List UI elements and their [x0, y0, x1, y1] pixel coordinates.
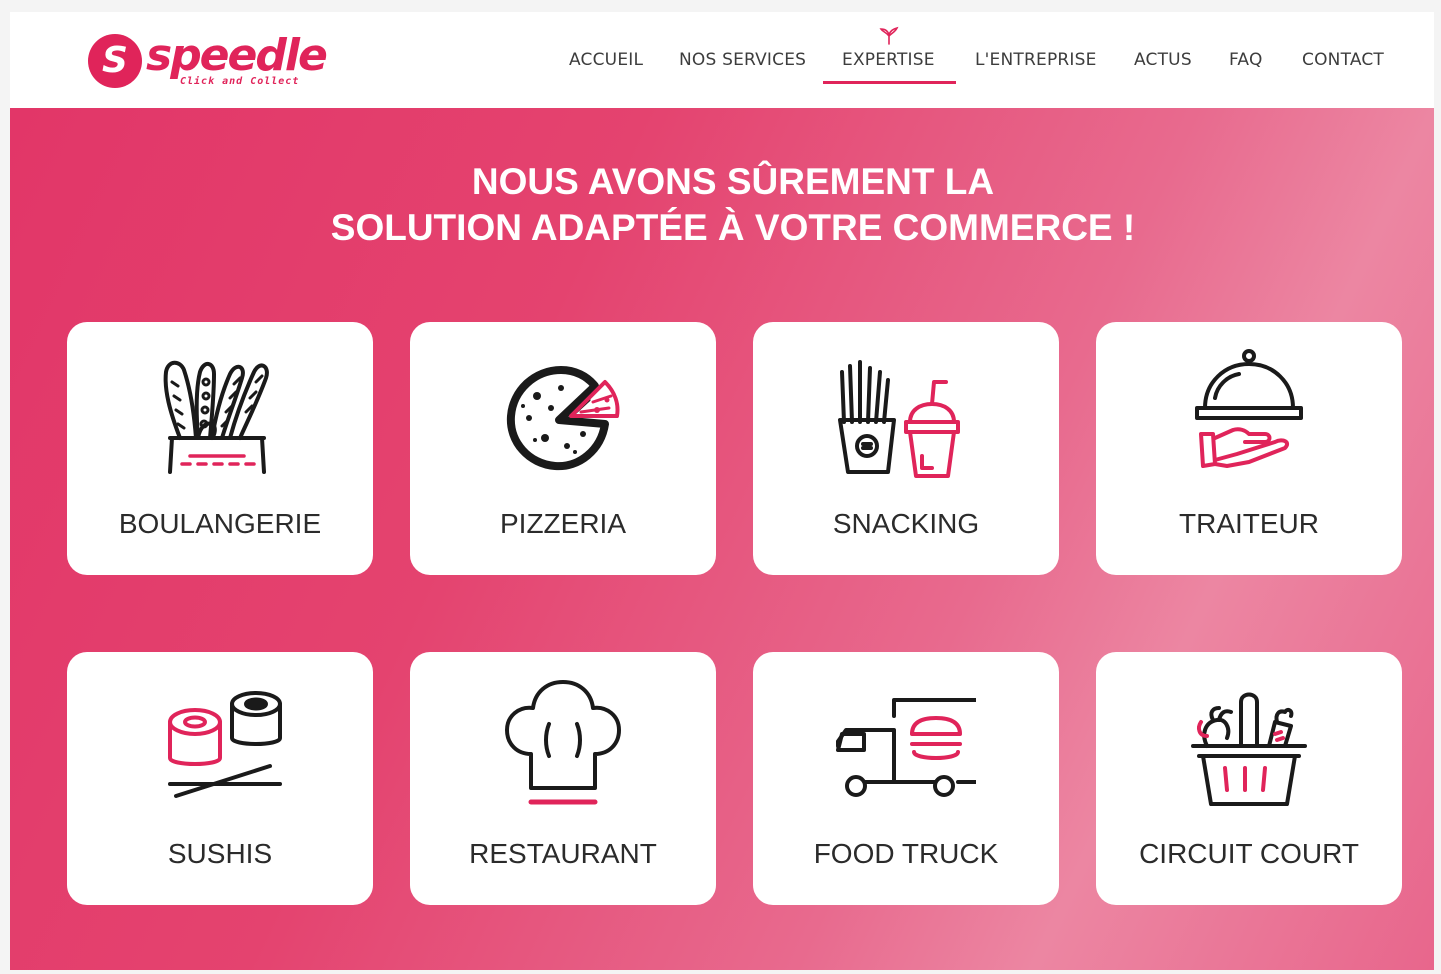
card-label: FOOD TRUCK: [813, 838, 999, 869]
card-boulangerie[interactable]: BOULANGERIE: [67, 322, 373, 575]
card-pizzeria[interactable]: PIZZERIA: [410, 322, 716, 575]
page-frame: S speedle Click and Collect ACCUEIL NOS …: [10, 12, 1434, 970]
fries-drink-icon: [838, 360, 960, 478]
sprout-icon: [879, 26, 899, 45]
card-traiteur[interactable]: TRAITEUR: [1096, 322, 1402, 575]
nav-active-indicator: [823, 81, 956, 84]
card-label: SNACKING: [832, 508, 980, 539]
nav-expertise[interactable]: EXPERTISE: [842, 50, 935, 70]
nav-actus[interactable]: ACTUS: [1134, 50, 1192, 70]
headline-line-2: SOLUTION ADAPTÉE À VOTRE COMMERCE !: [330, 207, 1136, 248]
card-label: TRAITEUR: [1179, 508, 1319, 539]
card-label: PIZZERIA: [499, 508, 626, 539]
headline-line-1: NOUS AVONS SÛREMENT LA: [471, 161, 995, 202]
card-sushis[interactable]: SUSHIS: [67, 652, 373, 905]
food-truck-icon: [836, 698, 976, 797]
hero-headline: NOUS AVONS SÛREMENT LA SOLUTION ADAPTÉE …: [10, 160, 1434, 252]
nav-contact[interactable]: CONTACT: [1302, 50, 1384, 70]
card-food-truck[interactable]: FOOD TRUCK: [753, 652, 1059, 905]
pizza-icon: [506, 366, 620, 471]
nav-faq[interactable]: FAQ: [1229, 50, 1263, 70]
card-label: RESTAURANT: [469, 838, 657, 869]
card-circuit-court[interactable]: CIRCUIT COURT: [1096, 652, 1402, 905]
nav-accueil[interactable]: ACCUEIL: [569, 50, 643, 70]
card-snacking[interactable]: SNACKING: [753, 322, 1059, 575]
expertise-hero: NOUS AVONS SÛREMENT LA SOLUTION ADAPTÉE …: [10, 108, 1434, 970]
vegetable-basket-icon: [1191, 692, 1307, 806]
bread-basket-icon: [163, 360, 269, 474]
nav-nos-services[interactable]: NOS SERVICES: [679, 50, 806, 70]
main-nav: ACCUEIL NOS SERVICES EXPERTISE L'ENTREPR…: [10, 12, 1434, 108]
cloche-hand-icon: [1195, 349, 1303, 468]
card-restaurant[interactable]: RESTAURANT: [410, 652, 716, 905]
nav-entreprise[interactable]: L'ENTREPRISE: [975, 50, 1097, 70]
card-label: CIRCUIT COURT: [1139, 838, 1359, 869]
sushi-chopsticks-icon: [168, 691, 282, 798]
site-header: S speedle Click and Collect ACCUEIL NOS …: [10, 12, 1434, 108]
chef-hat-icon: [505, 680, 621, 805]
card-label: SUSHIS: [167, 838, 273, 869]
card-label: BOULANGERIE: [118, 508, 322, 539]
